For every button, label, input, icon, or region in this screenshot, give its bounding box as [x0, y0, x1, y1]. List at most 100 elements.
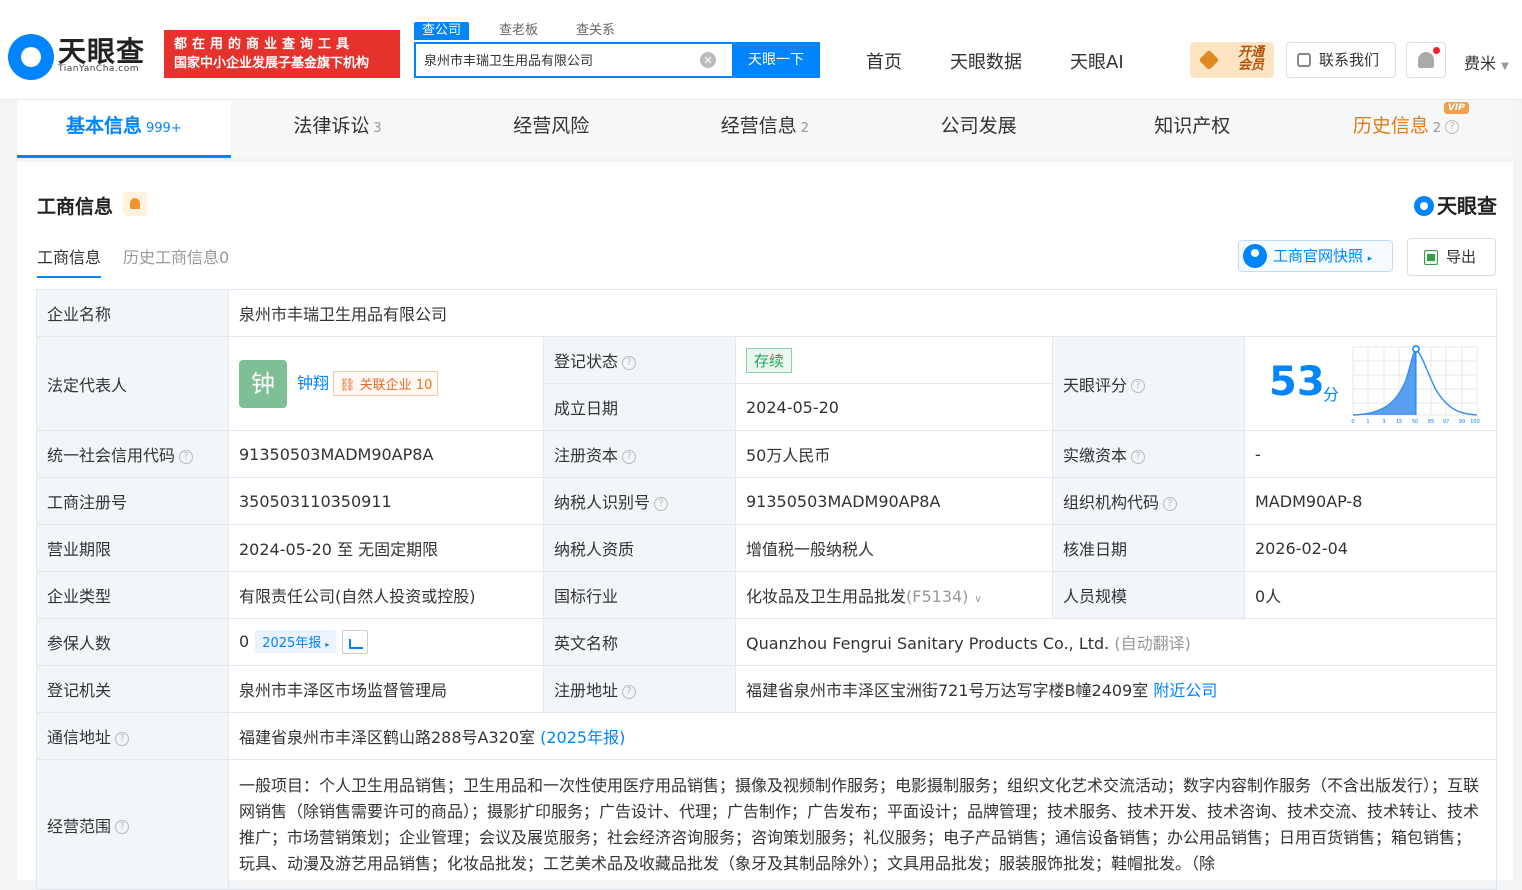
- help-icon[interactable]: ?: [622, 449, 637, 464]
- legal-rep-link[interactable]: 钟翔: [297, 373, 329, 392]
- monitor-bell-icon[interactable]: [123, 192, 147, 216]
- key-label: 通信地址: [47, 728, 112, 747]
- chevron-down-icon: ∨: [974, 594, 982, 605]
- avatar[interactable]: 钟: [239, 359, 287, 408]
- nav-home[interactable]: 首页: [866, 48, 902, 74]
- user-menu[interactable]: 费米 ▼: [1464, 50, 1509, 74]
- search-type-tabs: 查公司 查老板 查关系: [414, 22, 645, 40]
- org-code-value: MADM90AP-8: [1243, 477, 1498, 525]
- table-row: 参保人数 0 2025年报 ▸ 英文名称 Quanzhou Fengrui San…: [36, 618, 1498, 666]
- related-companies-tag[interactable]: ⛓ 关联企业 10: [333, 371, 439, 396]
- tab-label: 知识产权: [1154, 115, 1231, 137]
- help-icon[interactable]: ?: [1163, 496, 1178, 511]
- auto-translate-note: (自动翻译): [1114, 634, 1191, 653]
- tab-legal[interactable]: 法律诉讼 3: [230, 100, 445, 158]
- staff-value: 0人: [1243, 571, 1498, 619]
- approve-date-value: 2026-02-04: [1243, 524, 1498, 572]
- help-icon[interactable]: ?: [622, 684, 637, 699]
- reg-addr-key: 注册地址?: [543, 665, 736, 713]
- tab-label: 历史信息: [1352, 115, 1429, 137]
- contact-us-button[interactable]: 联系我们: [1286, 42, 1396, 78]
- nav-data[interactable]: 天眼数据: [950, 48, 1022, 74]
- brand-text: 天眼查: [1437, 194, 1497, 218]
- industry-key: 国标行业: [543, 571, 736, 619]
- tab-count: 999+: [145, 121, 182, 136]
- key-label: 注册地址: [554, 681, 619, 700]
- slogan-banner[interactable]: 都在用的商业查询工具 国家中小企业发展子基金旗下机构: [164, 30, 400, 78]
- company-name-value: 泉州市丰瑞卫生用品有限公司: [227, 289, 1498, 337]
- excel-icon: [1424, 250, 1438, 265]
- tab-ip[interactable]: 知识产权: [1085, 100, 1300, 158]
- contact-label: 联系我们: [1319, 51, 1380, 69]
- help-icon[interactable]: ?: [115, 820, 130, 834]
- logo-subtext: TianYanCha.com: [58, 64, 140, 74]
- user-name: 费米: [1464, 54, 1497, 73]
- vip-open-line-2: 会员: [1238, 58, 1265, 73]
- annual-report-label: 2025年报: [262, 635, 322, 651]
- tick-label: 1: [1366, 419, 1369, 425]
- en-name-cell: Quanzhou Fengrui Sanitary Products Co., …: [734, 618, 1498, 666]
- brand-watermark: 天眼查: [1414, 190, 1497, 219]
- trend-chart-icon[interactable]: [342, 630, 369, 655]
- reg-capital-value: 50万人民币: [735, 430, 1053, 478]
- reg-no-value: 350503110350911: [228, 477, 544, 525]
- status-badge: 存续: [746, 347, 793, 373]
- tab-risk[interactable]: 经营风险: [444, 100, 659, 158]
- key-label: 经营范围: [47, 816, 112, 836]
- taxpayer-qual-key: 纳税人资质: [543, 524, 736, 572]
- tab-operation[interactable]: 经营信息 2: [658, 100, 872, 158]
- search-tab-company[interactable]: 查公司: [414, 22, 470, 40]
- search-button[interactable]: 天眼一下: [732, 42, 820, 78]
- export-button[interactable]: 导出: [1407, 238, 1496, 276]
- tab-history[interactable]: 历史信息 2? VIP: [1299, 100, 1513, 158]
- tab-count: 2: [800, 121, 810, 136]
- search-input[interactable]: [424, 52, 694, 67]
- search-tab-relation[interactable]: 查关系: [568, 22, 623, 40]
- tick-label: 50: [1412, 419, 1418, 425]
- authority-value: 泉州市丰泽区市场监督管理局: [228, 665, 544, 713]
- reg-capital-key: 注册资本?: [543, 430, 736, 478]
- person-icon: [1243, 244, 1267, 268]
- reg-status-key: 登记状态?: [543, 336, 736, 384]
- subtab-business-info[interactable]: 工商信息: [37, 244, 102, 278]
- help-icon[interactable]: ?: [1131, 449, 1146, 464]
- search-tab-boss[interactable]: 查老板: [491, 22, 546, 40]
- annual-report-link[interactable]: (2025年报): [540, 728, 625, 747]
- table-row: 营业期限 2024-05-20 至 无固定期限 纳税人资质 增值税一般纳税人 核…: [36, 524, 1498, 572]
- help-icon[interactable]: ?: [622, 355, 637, 370]
- tianyancha-logo-icon[interactable]: [8, 34, 54, 80]
- annual-report-tag[interactable]: 2025年报 ▸: [255, 629, 337, 653]
- scope-key: 经营范围?: [36, 759, 229, 890]
- nav-ai[interactable]: 天眼AI: [1070, 48, 1124, 74]
- official-snapshot-button[interactable]: 工商官网快照 ▸: [1238, 240, 1393, 272]
- tab-development[interactable]: 公司发展: [871, 100, 1086, 158]
- tick-label: 15: [1396, 419, 1402, 425]
- help-icon[interactable]: ?: [1131, 379, 1146, 393]
- industry-cell[interactable]: 化妆品及卫生用品批发(F5134) ∨: [735, 571, 1053, 619]
- score-cell[interactable]: 53 分 0 1 3 15 50 85 97 99 100: [1243, 336, 1498, 431]
- org-code-key: 组织机构代码?: [1052, 477, 1245, 525]
- related-count: 10: [415, 378, 433, 393]
- tick-label: 97: [1443, 419, 1449, 425]
- help-icon[interactable]: ?: [179, 449, 194, 464]
- insured-cell: 0 2025年报 ▸: [228, 618, 544, 666]
- tab-basic-info[interactable]: 基本信息 999+: [17, 100, 231, 158]
- search-box: × 天眼一下: [414, 42, 820, 78]
- tick-label: 0: [1351, 419, 1354, 425]
- subtab-history-business-info[interactable]: 历史工商信息0: [123, 244, 229, 278]
- clear-icon[interactable]: ×: [700, 52, 716, 68]
- type-value: 有限责任公司(自然人投资或控股): [228, 571, 544, 619]
- nearby-companies-link[interactable]: 附近公司: [1153, 681, 1217, 700]
- help-icon[interactable]: ?: [654, 496, 669, 511]
- taxpayer-id-value: 91350503MADM90AP8A: [735, 477, 1053, 525]
- type-key: 企业类型: [36, 571, 229, 619]
- help-icon[interactable]: ?: [115, 731, 130, 746]
- notification-button[interactable]: [1406, 42, 1446, 78]
- open-vip-button[interactable]: 开通 会员: [1190, 42, 1274, 78]
- help-icon[interactable]: ?: [1445, 119, 1460, 134]
- insured-value: 0: [239, 631, 250, 651]
- diamond-icon: [1198, 49, 1220, 71]
- reg-addr-value: 福建省泉州市丰泽区宝洲街721号万达写字楼B幢2409室: [746, 681, 1149, 700]
- tick-label: 85: [1428, 419, 1434, 425]
- company-name-key: 企业名称: [36, 289, 229, 337]
